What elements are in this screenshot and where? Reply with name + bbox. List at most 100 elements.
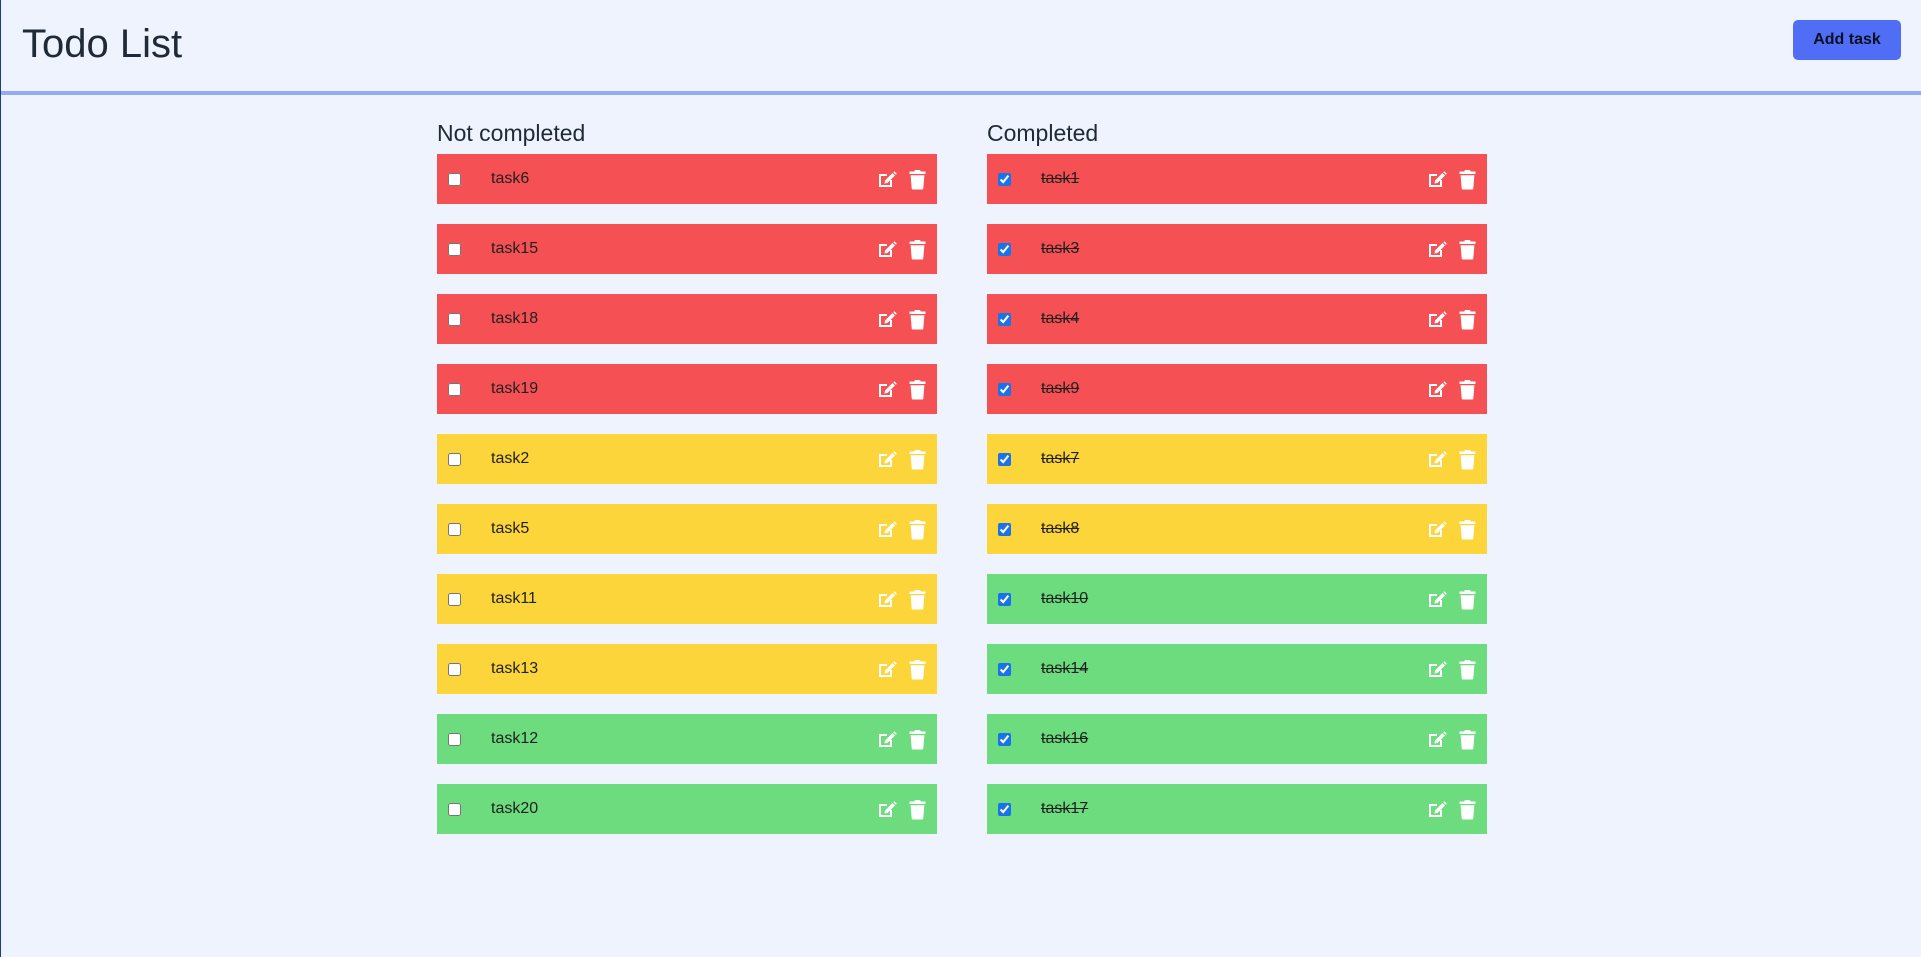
task-checkbox[interactable] <box>448 732 461 746</box>
header: Todo List Add task <box>1 0 1921 95</box>
trash-icon[interactable] <box>1457 588 1477 610</box>
task-item: task3 <box>987 224 1487 274</box>
edit-icon[interactable] <box>877 448 897 470</box>
trash-icon[interactable] <box>907 238 927 260</box>
task-checkbox[interactable] <box>448 172 461 186</box>
task-checkbox[interactable] <box>448 522 461 536</box>
task-checkbox[interactable] <box>998 382 1011 396</box>
task-actions <box>877 574 927 624</box>
task-checkbox[interactable] <box>448 452 461 466</box>
edit-icon[interactable] <box>1427 448 1447 470</box>
task-item: task5 <box>437 504 937 554</box>
edit-icon[interactable] <box>1427 798 1447 820</box>
trash-icon[interactable] <box>907 658 927 680</box>
edit-icon[interactable] <box>877 518 897 540</box>
task-actions <box>877 434 927 484</box>
task-checkbox[interactable] <box>448 802 461 816</box>
task-item: task17 <box>987 784 1487 834</box>
task-checkbox[interactable] <box>448 312 461 326</box>
edit-icon[interactable] <box>877 168 897 190</box>
trash-icon[interactable] <box>1457 238 1477 260</box>
edit-icon[interactable] <box>1427 238 1447 260</box>
trash-icon[interactable] <box>1457 448 1477 470</box>
trash-icon[interactable] <box>1457 168 1477 190</box>
task-actions <box>1427 364 1477 414</box>
trash-icon[interactable] <box>907 588 927 610</box>
edit-icon[interactable] <box>877 658 897 680</box>
task-name: task20 <box>491 800 539 817</box>
task-checkbox[interactable] <box>998 312 1011 326</box>
edit-icon[interactable] <box>877 308 897 330</box>
task-name: task14 <box>1041 660 1089 677</box>
edit-icon[interactable] <box>1427 168 1447 190</box>
task-actions <box>877 224 927 274</box>
trash-icon[interactable] <box>907 518 927 540</box>
edit-icon[interactable] <box>1427 518 1447 540</box>
edit-icon[interactable] <box>1427 658 1447 680</box>
trash-icon[interactable] <box>1457 798 1477 820</box>
edit-icon[interactable] <box>877 238 897 260</box>
trash-icon[interactable] <box>907 378 927 400</box>
task-item: task7 <box>987 434 1487 484</box>
task-actions <box>1427 644 1477 694</box>
trash-icon[interactable] <box>1457 308 1477 330</box>
task-actions <box>1427 294 1477 344</box>
task-checkbox[interactable] <box>998 172 1011 186</box>
edit-icon[interactable] <box>1427 728 1447 750</box>
task-item: task20 <box>437 784 937 834</box>
column-title: Completed <box>987 120 1099 146</box>
task-item: task6 <box>437 154 937 204</box>
task-checkbox[interactable] <box>998 242 1011 256</box>
task-actions <box>877 294 927 344</box>
task-name: task4 <box>1041 310 1080 327</box>
task-actions <box>1427 154 1477 204</box>
task-name: task8 <box>1041 520 1080 537</box>
edit-icon[interactable] <box>1427 308 1447 330</box>
edit-icon[interactable] <box>1427 588 1447 610</box>
task-checkbox[interactable] <box>998 452 1011 466</box>
task-checkbox[interactable] <box>448 382 461 396</box>
todo-app: Todo List Add task Not completed task6 ta… <box>0 0 1921 957</box>
task-name: task2 <box>491 450 530 467</box>
add-task-button[interactable]: Add task <box>1793 20 1901 60</box>
trash-icon[interactable] <box>907 798 927 820</box>
edit-icon[interactable] <box>877 588 897 610</box>
task-checkbox[interactable] <box>998 662 1011 676</box>
trash-icon[interactable] <box>1457 728 1477 750</box>
task-actions <box>1427 714 1477 764</box>
task-checkbox[interactable] <box>448 662 461 676</box>
edit-icon[interactable] <box>877 798 897 820</box>
task-item: task19 <box>437 364 937 414</box>
task-checkbox[interactable] <box>998 802 1011 816</box>
edit-icon[interactable] <box>877 378 897 400</box>
task-actions <box>877 364 927 414</box>
trash-icon[interactable] <box>907 168 927 190</box>
task-checkbox[interactable] <box>448 242 461 256</box>
task-actions <box>877 504 927 554</box>
task-actions <box>877 784 927 834</box>
task-item: task18 <box>437 294 937 344</box>
task-name: task12 <box>491 730 539 747</box>
edit-icon[interactable] <box>1427 378 1447 400</box>
trash-icon[interactable] <box>907 728 927 750</box>
trash-icon[interactable] <box>907 308 927 330</box>
trash-icon[interactable] <box>907 448 927 470</box>
task-actions <box>877 154 927 204</box>
trash-icon[interactable] <box>1457 378 1477 400</box>
task-list: task1 task3 task4 task9 task7 task8 task10 task… <box>987 154 1487 834</box>
task-checkbox[interactable] <box>998 522 1011 536</box>
trash-icon[interactable] <box>1457 658 1477 680</box>
task-checkbox[interactable] <box>998 592 1011 606</box>
edit-icon[interactable] <box>877 728 897 750</box>
task-name: task9 <box>1041 380 1080 397</box>
task-name: task11 <box>491 590 537 607</box>
task-name: task5 <box>491 520 530 537</box>
task-item: task2 <box>437 434 937 484</box>
task-actions <box>1427 434 1477 484</box>
trash-icon[interactable] <box>1457 518 1477 540</box>
task-item: task15 <box>437 224 937 274</box>
completed-column: Completed task1 task3 task4 task9 task7 task8… <box>987 118 1487 834</box>
task-checkbox[interactable] <box>448 592 461 606</box>
task-checkbox[interactable] <box>998 732 1011 746</box>
task-name: task10 <box>1041 590 1089 607</box>
